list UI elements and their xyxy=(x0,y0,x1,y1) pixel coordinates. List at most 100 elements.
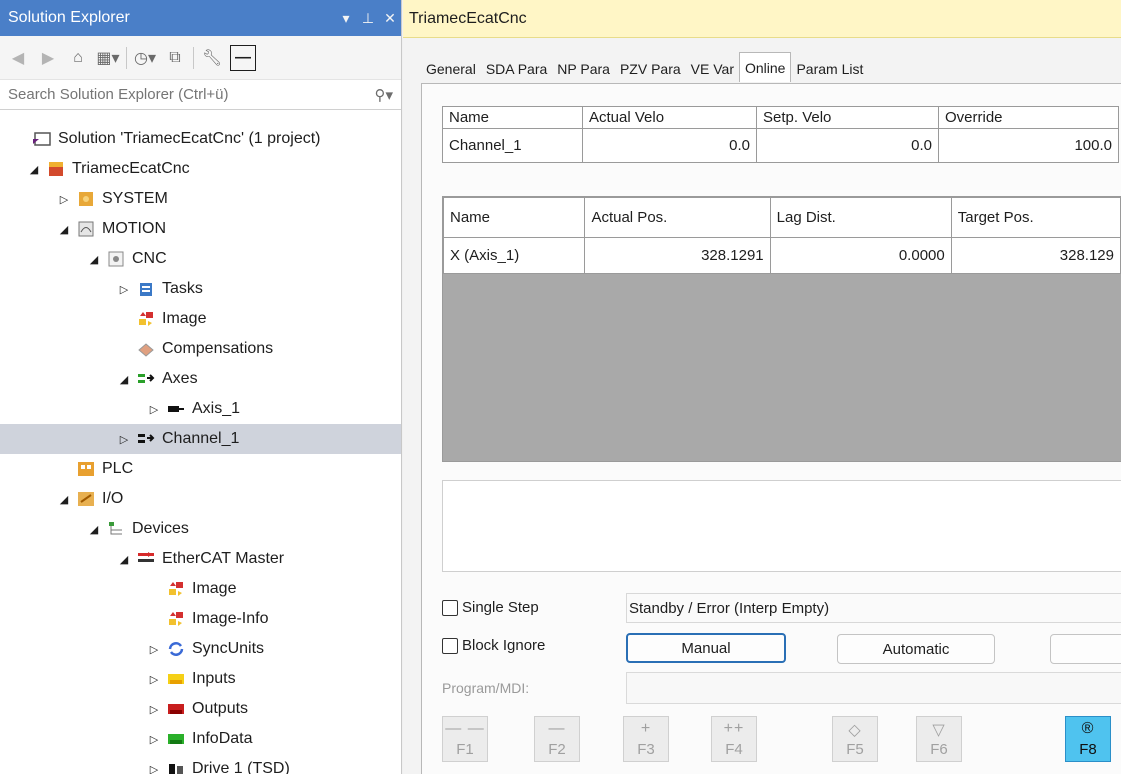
expand-arrow-icon[interactable]: ▷ xyxy=(146,673,162,686)
tree-item[interactable]: ▷ Tasks xyxy=(0,274,401,304)
tree-item[interactable]: Image xyxy=(0,304,401,334)
collapse-arrow-icon[interactable]: ◢ xyxy=(86,253,102,266)
tree-item[interactable]: ▷ SYSTEM xyxy=(0,184,401,214)
switch-views-icon[interactable]: ▦▾ xyxy=(96,44,120,72)
collapse-arrow-icon[interactable]: ◢ xyxy=(86,523,102,536)
tree-item[interactable]: ▷ Outputs xyxy=(0,694,401,724)
collapse-arrow-icon[interactable]: ◢ xyxy=(116,553,132,566)
image-icon xyxy=(166,610,186,628)
back-icon[interactable]: ◀ xyxy=(6,44,30,72)
tree-item[interactable]: ▷ SyncUnits xyxy=(0,634,401,664)
app-window: Solution Explorer ▾ ⊥ ✕ ◀ ▶ ⌂ ▦▾ ◷▾ ⧉ 🔧︎… xyxy=(0,0,1121,774)
tab-param-list[interactable]: Param List xyxy=(791,55,869,83)
pending-changes-icon[interactable]: ◷▾ xyxy=(133,44,157,72)
checkbox-box[interactable] xyxy=(442,637,458,654)
tree-item-label: SYSTEM xyxy=(102,190,168,207)
axis-icon xyxy=(166,400,186,418)
tree-item[interactable]: ◢ EtherCAT Master xyxy=(0,544,401,574)
tree-item-label: Drive 1 (TSD) xyxy=(192,760,290,774)
partial-button[interactable] xyxy=(1050,634,1121,664)
solution-explorer-search[interactable]: ⚲▾ xyxy=(0,80,401,110)
pin-icon[interactable]: ⊥ xyxy=(357,10,379,27)
function-key-f2[interactable]: — F2 xyxy=(534,716,580,762)
program-mdi-input[interactable] xyxy=(626,672,1121,704)
tree-item-label: Axes xyxy=(162,370,198,387)
syncunits-icon xyxy=(166,640,186,658)
collapse-arrow-icon[interactable]: ◢ xyxy=(116,373,132,386)
function-key-label: F1 xyxy=(456,741,474,758)
tab-pzv-para[interactable]: PZV Para xyxy=(614,55,686,83)
function-key-label: F6 xyxy=(930,741,948,758)
preview-icon[interactable]: — xyxy=(230,44,256,71)
tree-item[interactable]: ▷ Axis_1 xyxy=(0,394,401,424)
home-icon[interactable]: ⌂ xyxy=(66,44,90,72)
properties-wrench-icon[interactable]: 🔧︎ xyxy=(200,44,224,72)
tree-item-label: Outputs xyxy=(192,700,249,717)
tree-item[interactable]: ◢ CNC xyxy=(0,244,401,274)
tree-item[interactable]: ◢ Axes xyxy=(0,364,401,394)
tab-online[interactable]: Online xyxy=(738,52,792,82)
compensations-icon xyxy=(136,340,156,358)
forward-icon[interactable]: ▶ xyxy=(36,44,60,72)
collapse-all-icon[interactable]: ⧉ xyxy=(163,44,187,72)
dropdown-icon[interactable]: ▾ xyxy=(335,10,357,27)
tree-item-label: EtherCAT Master xyxy=(162,550,285,567)
automatic-button[interactable]: Automatic xyxy=(837,634,995,664)
tree-item[interactable]: ▷ InfoData xyxy=(0,724,401,754)
tree-item[interactable]: ▷ Drive 1 (TSD) xyxy=(0,754,401,774)
table-row[interactable]: X (Axis_1) 328.1291 0.0000 328.129 xyxy=(442,237,1121,274)
tree-item[interactable]: ◢ Devices xyxy=(0,514,401,544)
function-key-f4[interactable]: ++ F4 xyxy=(711,716,757,762)
block-ignore-label: Block Ignore xyxy=(462,637,546,654)
tree-item-label: Axis_1 xyxy=(192,400,241,417)
close-icon[interactable]: ✕ xyxy=(379,10,401,27)
outputs-icon xyxy=(166,700,186,718)
collapse-arrow-icon[interactable]: ◢ xyxy=(56,493,72,506)
tab-general[interactable]: General xyxy=(421,55,481,83)
expand-arrow-icon[interactable]: ▷ xyxy=(116,433,132,446)
expand-arrow-icon[interactable]: ▷ xyxy=(146,403,162,416)
table-row[interactable]: Channel_1 0.0 0.0 100.0 xyxy=(442,128,1119,163)
tree-item[interactable]: PLC xyxy=(0,454,401,484)
tree-item-label: Compensations xyxy=(162,340,274,357)
tree-item-label: CNC xyxy=(132,250,167,267)
tree-item-label: TriamecEcatCnc xyxy=(72,160,190,177)
function-key-f1[interactable]: — — F1 xyxy=(442,716,488,762)
property-tabs: General SDA Para NP Para PZV Para VE Var Onli… xyxy=(421,52,1121,84)
table-cell: X (Axis_1) xyxy=(442,237,586,274)
single-step-checkbox[interactable]: Single Step xyxy=(442,599,539,616)
tree-item[interactable]: Compensations xyxy=(0,334,401,364)
tree-item[interactable]: Image xyxy=(0,574,401,604)
checkbox-box[interactable] xyxy=(442,599,458,616)
function-key-f6[interactable]: ▽ F6 xyxy=(916,716,962,762)
search-icon[interactable]: ⚲▾ xyxy=(374,86,393,104)
function-key-f8[interactable]: ® F8 xyxy=(1065,716,1111,762)
tab-np-para[interactable]: NP Para xyxy=(552,55,615,83)
block-ignore-checkbox[interactable]: Block Ignore xyxy=(442,637,545,654)
column-header: Setp. Velo xyxy=(756,106,939,129)
tree-item[interactable]: ◢ MOTION xyxy=(0,214,401,244)
tree-item[interactable]: Image-Info xyxy=(0,604,401,634)
expand-arrow-icon[interactable]: ▷ xyxy=(116,283,132,296)
tab-sda-para[interactable]: SDA Para xyxy=(480,55,553,83)
expand-arrow-icon[interactable]: ▷ xyxy=(146,733,162,746)
collapse-arrow-icon[interactable]: ◢ xyxy=(56,223,72,236)
tree-item[interactable]: ◢ I/O xyxy=(0,484,401,514)
expand-arrow-icon[interactable]: ▷ xyxy=(146,763,162,774)
collapse-arrow-icon[interactable]: ◢ xyxy=(26,163,42,176)
function-key-f5[interactable]: ◇ F5 xyxy=(832,716,878,762)
function-key-f3[interactable]: + F3 xyxy=(623,716,669,762)
tree-item[interactable]: ◢ TriamecEcatCnc xyxy=(0,154,401,184)
manual-button[interactable]: Manual xyxy=(626,633,786,663)
tree-item[interactable]: Solution 'TriamecEcatCnc' (1 project) xyxy=(0,124,401,154)
tree-item[interactable]: ▷ Channel_1 xyxy=(0,424,401,454)
tree-item[interactable]: ▷ Inputs xyxy=(0,664,401,694)
search-input[interactable] xyxy=(8,86,375,103)
expand-arrow-icon[interactable]: ▷ xyxy=(146,643,162,656)
table-cell: 328.1291 xyxy=(584,237,771,274)
tab-ve-var[interactable]: VE Var xyxy=(685,55,739,83)
function-key-label: F2 xyxy=(548,741,566,758)
expand-arrow-icon[interactable]: ▷ xyxy=(146,703,162,716)
document-tab[interactable]: TriamecEcatCnc xyxy=(403,0,1121,38)
expand-arrow-icon[interactable]: ▷ xyxy=(56,193,72,206)
